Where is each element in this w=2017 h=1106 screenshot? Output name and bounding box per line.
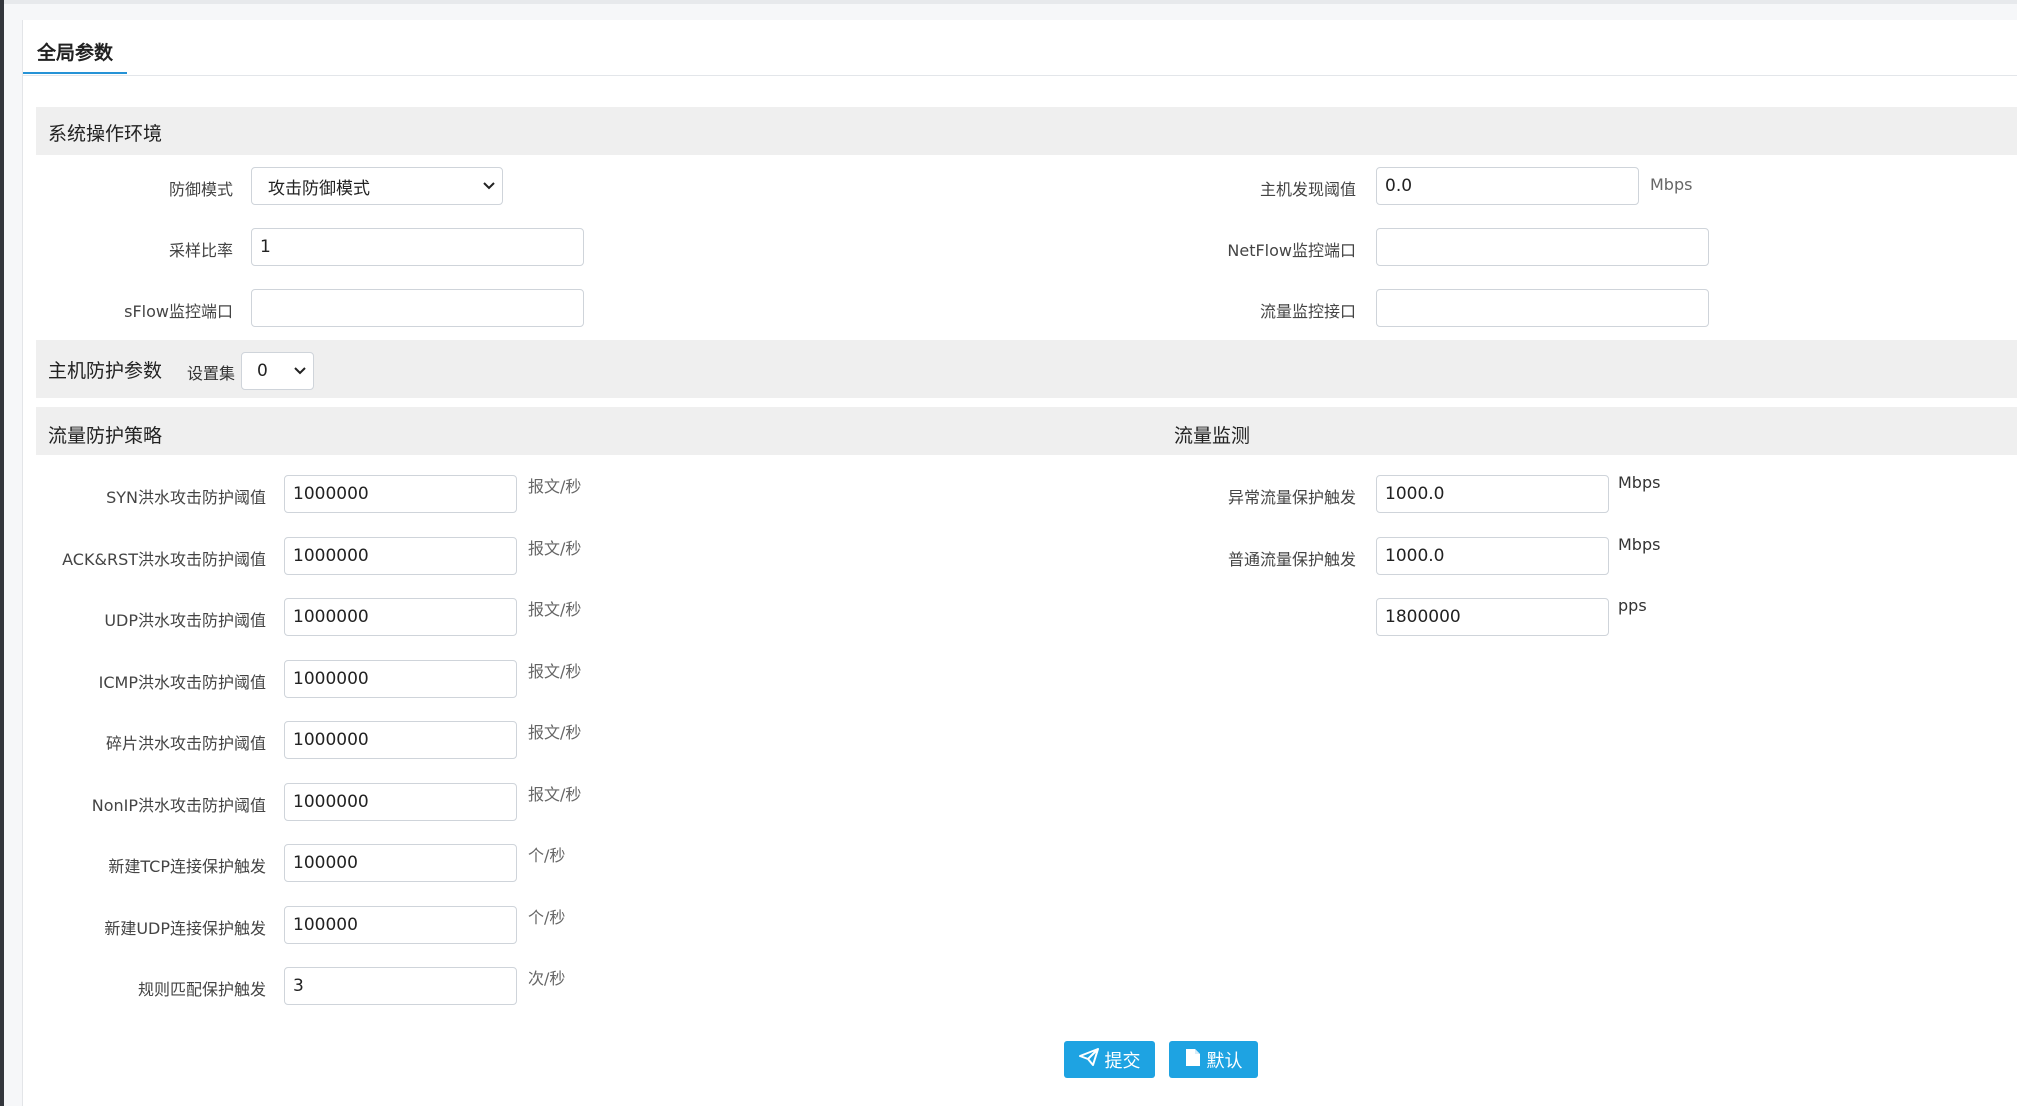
chevron-down-icon bbox=[476, 182, 502, 190]
submit-button-label: 提交 bbox=[1104, 1050, 1141, 1072]
sample-rate-input[interactable] bbox=[251, 228, 584, 266]
udp-threshold-label: UDP洪水攻击防护阈值 bbox=[104, 611, 266, 630]
netflow-port-label: NetFlow监控端口 bbox=[1227, 241, 1356, 260]
ack-rst-threshold-label: ACK&RST洪水攻击防护阈值 bbox=[62, 550, 266, 569]
ack-rst-threshold-unit: 报文/秒 bbox=[528, 539, 582, 558]
section-host-protect: 主机防护参数 设置集 0 bbox=[36, 340, 2017, 398]
file-icon bbox=[1185, 1048, 1201, 1072]
host-discovery-input[interactable] bbox=[1376, 167, 1639, 205]
new-tcp-trigger-label: 新建TCP连接保护触发 bbox=[108, 857, 266, 876]
host-discovery-unit: Mbps bbox=[1650, 175, 1693, 194]
normal-flow-trigger-unit: Mbps bbox=[1618, 535, 1661, 554]
new-udp-trigger-label: 新建UDP连接保护触发 bbox=[104, 919, 266, 938]
nonip-threshold-unit: 报文/秒 bbox=[528, 785, 582, 804]
new-udp-trigger-unit: 个/秒 bbox=[528, 908, 566, 927]
rule-match-trigger-unit: 次/秒 bbox=[528, 969, 566, 988]
rule-match-trigger-input[interactable] bbox=[284, 967, 517, 1005]
chevron-down-icon bbox=[287, 367, 313, 375]
nonip-threshold-input[interactable] bbox=[284, 783, 517, 821]
section-title-host-protect: 主机防护参数 bbox=[48, 360, 163, 382]
section-title-flow-monitor: 流量监测 bbox=[1174, 425, 1251, 447]
new-tcp-trigger-input[interactable] bbox=[284, 844, 517, 882]
set-select[interactable]: 0 bbox=[241, 352, 314, 390]
defense-mode-label: 防御模式 bbox=[168, 180, 233, 199]
top-bar bbox=[4, 0, 2017, 4]
host-discovery-label: 主机发现阈值 bbox=[1259, 180, 1356, 199]
default-button-label: 默认 bbox=[1206, 1050, 1243, 1072]
udp-threshold-unit: 报文/秒 bbox=[528, 600, 582, 619]
page-panel: 全局参数 系统操作环境 防御模式 攻击防御模式 采样比率 sFlow监控端口 主… bbox=[22, 20, 2017, 1106]
udp-threshold-input[interactable] bbox=[284, 598, 517, 636]
sample-rate-label: 采样比率 bbox=[168, 241, 233, 260]
defense-mode-value: 攻击防御模式 bbox=[268, 178, 370, 199]
fragment-threshold-unit: 报文/秒 bbox=[528, 723, 582, 742]
default-button[interactable]: 默认 bbox=[1169, 1041, 1258, 1078]
paper-plane-icon bbox=[1078, 1048, 1099, 1071]
left-rail bbox=[0, 0, 4, 1106]
submit-button[interactable]: 提交 bbox=[1064, 1041, 1155, 1078]
fragment-threshold-label: 碎片洪水攻击防护阈值 bbox=[105, 734, 266, 753]
sflow-port-input[interactable] bbox=[251, 289, 584, 327]
syn-threshold-input[interactable] bbox=[284, 475, 517, 513]
syn-threshold-label: SYN洪水攻击防护阈值 bbox=[106, 488, 266, 507]
section-title-flow-strategy: 流量防护策略 bbox=[48, 425, 163, 447]
icmp-threshold-label: ICMP洪水攻击防护阈值 bbox=[98, 673, 266, 692]
new-tcp-trigger-unit: 个/秒 bbox=[528, 846, 566, 865]
abnormal-flow-trigger-label: 异常流量保护触发 bbox=[1227, 488, 1356, 507]
icmp-threshold-unit: 报文/秒 bbox=[528, 662, 582, 681]
rule-match-trigger-label: 规则匹配保护触发 bbox=[137, 980, 266, 999]
netflow-port-input[interactable] bbox=[1376, 228, 1709, 266]
normal-flow-trigger-input[interactable] bbox=[1376, 537, 1609, 575]
tab-bar: 全局参数 bbox=[23, 20, 2017, 76]
pps-trigger-input[interactable] bbox=[1376, 598, 1609, 636]
ack-rst-threshold-input[interactable] bbox=[284, 537, 517, 575]
nonip-threshold-label: NonIP洪水攻击防护阈值 bbox=[91, 796, 266, 815]
fragment-threshold-input[interactable] bbox=[284, 721, 517, 759]
abnormal-flow-trigger-input[interactable] bbox=[1376, 475, 1609, 513]
set-value: 0 bbox=[257, 361, 268, 381]
normal-flow-trigger-label: 普通流量保护触发 bbox=[1227, 550, 1356, 569]
icmp-threshold-input[interactable] bbox=[284, 660, 517, 698]
tab-global-params[interactable]: 全局参数 bbox=[23, 30, 127, 74]
flow-interface-label: 流量监控接口 bbox=[1259, 302, 1356, 321]
section-title-system-env: 系统操作环境 bbox=[48, 123, 163, 145]
set-label: 设置集 bbox=[187, 364, 236, 383]
syn-threshold-unit: 报文/秒 bbox=[528, 477, 582, 496]
sflow-port-label: sFlow监控端口 bbox=[124, 302, 233, 321]
pps-trigger-unit: pps bbox=[1618, 596, 1647, 615]
section-system-env: 系统操作环境 bbox=[36, 107, 2017, 155]
defense-mode-select[interactable]: 攻击防御模式 bbox=[251, 167, 503, 205]
new-udp-trigger-input[interactable] bbox=[284, 906, 517, 944]
section-flow-header: 流量防护策略 流量监测 bbox=[36, 407, 2017, 455]
flow-interface-input[interactable] bbox=[1376, 289, 1709, 327]
abnormal-flow-trigger-unit: Mbps bbox=[1618, 473, 1661, 492]
